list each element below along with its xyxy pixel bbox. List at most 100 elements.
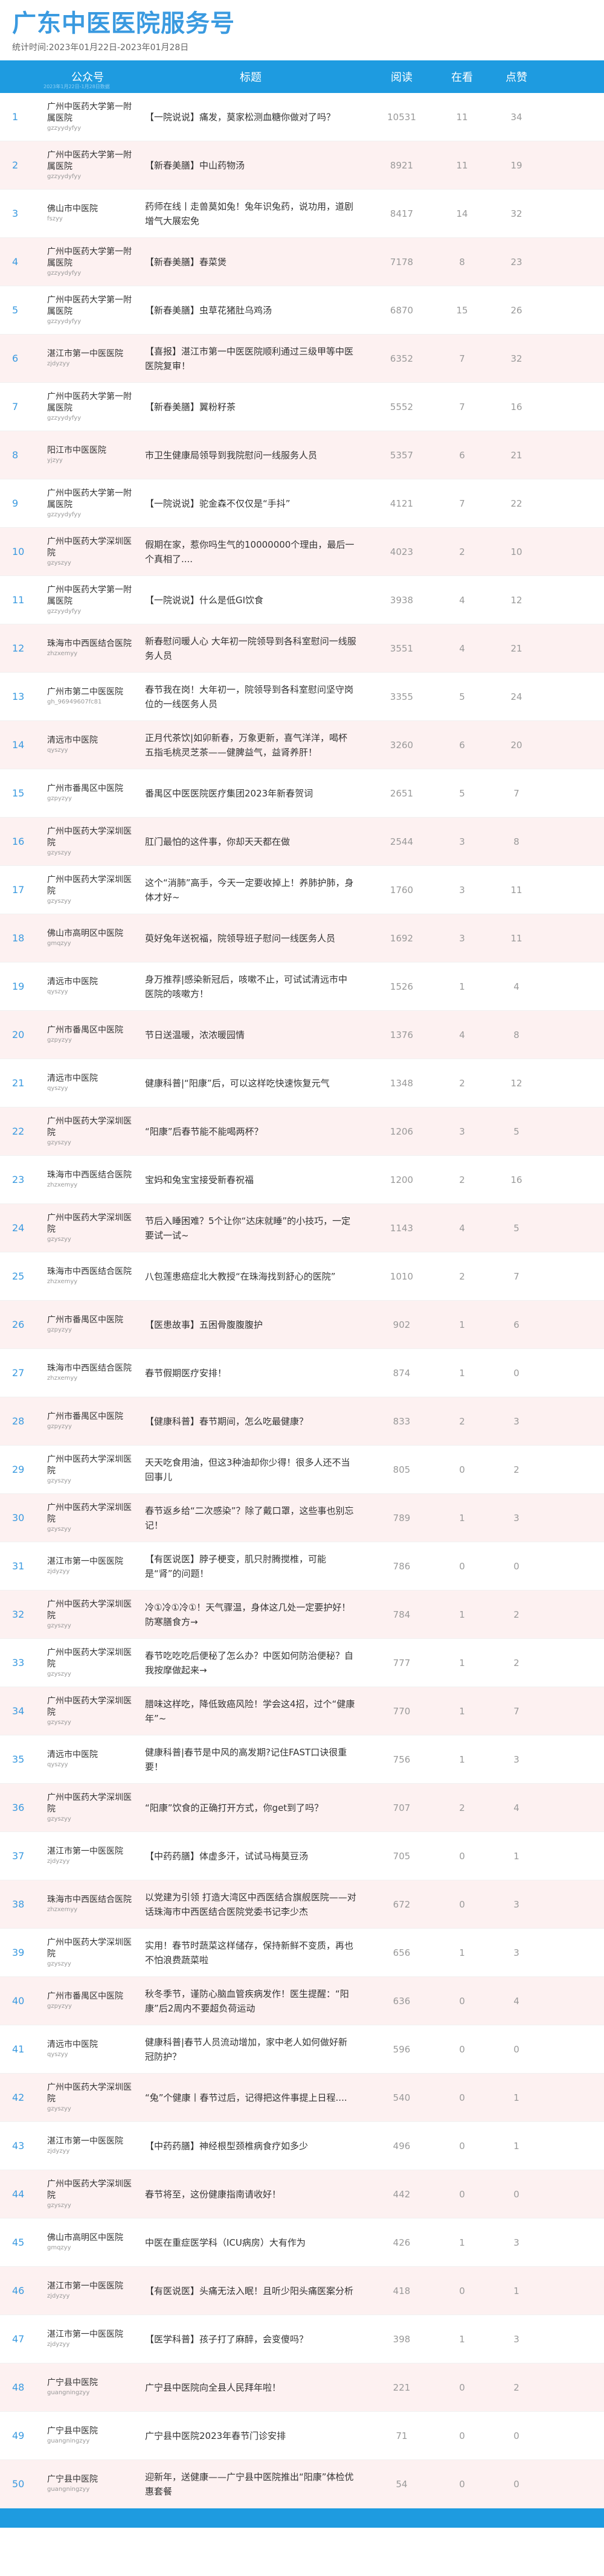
article-title[interactable]: 肛门最怕的这件事，你却天天都在做 <box>133 835 368 849</box>
table-row[interactable]: 17 广州中医药大学深圳医院 gzyszyy 这个“消肺”高手，今天一定要收掉上！养肺… <box>0 866 604 914</box>
article-title[interactable]: 健康科普|“阳康”后，可以这样吃快速恢复元气 <box>133 1076 368 1091</box>
article-title[interactable]: 广宁县中医院向全县人民拜年啦！ <box>133 2380 368 2395</box>
table-row[interactable]: 50 广宁县中医院 guangningzyy 迎新年，送健康——广宁县中医院推出“阳康… <box>0 2460 604 2508</box>
article-title[interactable]: 【新春美膳】春菜煲 <box>133 255 368 269</box>
table-row[interactable]: 29 广州中医药大学深圳医院 gzyszyy 天天吃食用油，但这3种油却你少得！很多人… <box>0 1446 604 1494</box>
table-row[interactable]: 10 广州中医药大学深圳医院 gzyszyy 假期在家，惹你吗生气的10000000个… <box>0 528 604 576</box>
table-row[interactable]: 45 佛山市高明区中医院 gmqzyy 中医在重症医学科（ICU病房）大有作为 426 1… <box>0 2219 604 2267</box>
article-title[interactable]: 【中药药膳】体虚多汗，试试马梅莫豆汤 <box>133 1849 368 1863</box>
table-row[interactable]: 49 广宁县中医院 guangningzyy 广宁县中医院2023年春节门诊安排 71 0… <box>0 2412 604 2460</box>
table-row[interactable]: 2 广州中医药大学第一附属医院 gzzyydyfyy 【新春美膳】中山药物汤 8921 1… <box>0 141 604 190</box>
table-row[interactable]: 31 湛江市第一中医医院 zjdyzyy 【有医说医】脖子梗变，肌只肘腾搅椎，可能是“… <box>0 1542 604 1591</box>
article-title[interactable]: 新春慰问暖人心 大年初一院领导到各科室慰问一线服务人员 <box>133 634 368 663</box>
article-title[interactable]: 中医在重症医学科（ICU病房）大有作为 <box>133 2235 368 2250</box>
table-row[interactable]: 37 湛江市第一中医医院 zjdyzyy 【中药药膳】体虚多汗，试试马梅莫豆汤 705 0… <box>0 1832 604 1880</box>
table-row[interactable]: 19 清远市中医院 qyszyy 身万推荐|感染新冠后，咳嗽不止，可试试清远市中医院的… <box>0 963 604 1011</box>
article-title[interactable]: 【中药药膳】神经根型颈椎病食疗如多少 <box>133 2139 368 2153</box>
table-row[interactable]: 1 广州中医药大学第一附属医院 gzzyydyfyy 【一院说说】痛发，莫家松测血糖你… <box>0 93 604 141</box>
article-title[interactable]: 这个“消肺”高手，今天一定要收掉上！养肺护肺，身体才好~ <box>133 876 368 905</box>
table-row[interactable]: 48 广宁县中医院 guangningzyy 广宁县中医院向全县人民拜年啦！ 221 0 2 <box>0 2363 604 2412</box>
table-row[interactable]: 30 广州中医药大学深圳医院 gzyszyy 春节返乡给“二次感染”？除了戴口罩，这些… <box>0 1494 604 1542</box>
article-title[interactable]: 【新春美膳】虫草花猪肚乌鸡汤 <box>133 303 368 318</box>
article-title[interactable]: 【一院说说】什么是低GI饮食 <box>133 593 368 607</box>
table-row[interactable]: 40 广州市番禺区中医院 gzpyzyy 秋冬季节，谨防心脑血管疾病发作！医生提醒：“… <box>0 1977 604 2025</box>
article-title[interactable]: 药师在线丨走兽莫如兔！兔年识兔药，说功用，道剧增气大展宏免 <box>133 199 368 228</box>
table-row[interactable]: 41 清远市中医院 qyszyy 健康科普|春节人员流动增加，家中老人如何做好新冠防护… <box>0 2025 604 2074</box>
table-row[interactable]: 8 阳江市中医医院 yjzyy 市卫生健康局领导到我院慰问一线服务人员 5357 6 21 <box>0 431 604 479</box>
article-title[interactable]: 【一院说说】痛发，莫家松测血糖你做对了吗？ <box>133 110 368 124</box>
article-title[interactable]: 八包莲患癌症北大教授“在珠海找到舒心的医院” <box>133 1269 368 1284</box>
article-title[interactable]: 市卫生健康局领导到我院慰问一线服务人员 <box>133 448 368 463</box>
article-title[interactable]: 冷①冷①冷①！天气骤温，身体这几处一定要护好！防寒膳食方→ <box>133 1600 368 1629</box>
table-row[interactable]: 11 广州中医药大学第一附属医院 gzzyydyfyy 【一院说说】什么是低GI饮食 3… <box>0 576 604 624</box>
article-title[interactable]: 宝妈和兔宝宝接受新春祝福 <box>133 1173 368 1187</box>
table-row[interactable]: 42 广州中医药大学深圳医院 gzyszyy “兔”个健康丨春节过后，记得把这件事提上… <box>0 2074 604 2122</box>
article-title[interactable]: 【有医说医】脖子梗变，肌只肘腾搅椎，可能是“肾”的问题！ <box>133 1552 368 1581</box>
table-row[interactable]: 24 广州中医药大学深圳医院 gzyszyy 节后入睡困难？5个让你“达床就睡”的小技… <box>0 1204 604 1252</box>
article-title[interactable]: 【医患故事】五困骨腹腹腹护 <box>133 1318 368 1332</box>
article-title[interactable]: 正月代茶饮|如卯新春，万象更新，喜气洋洋，喝杯五指毛桃灵芝茶——健脾益气，益肾养… <box>133 731 368 760</box>
article-title[interactable]: 节后入睡困难？5个让你“达床就睡”的小技巧，一定要试一试~ <box>133 1214 368 1243</box>
article-title[interactable]: 春节吃吃吃后便秘了怎么办？中医如何防治便秘？自我按摩做起来→ <box>133 1648 368 1677</box>
article-title[interactable]: 实用！春节时蔬菜这样储存，保持新鲜不变质，再也不怕浪费蔬菜啦 <box>133 1938 368 1967</box>
article-title[interactable]: 健康科普|春节是中风的高发期?记住FAST口诀很重要！ <box>133 1745 368 1774</box>
article-title[interactable]: 【喜报】湛江市第一中医医院顺利通过三级甲等中医医院复审！ <box>133 344 368 373</box>
article-title[interactable]: 健康科普|春节人员流动增加，家中老人如何做好新冠防护？ <box>133 2035 368 2064</box>
article-title[interactable]: 【医学科普】孩子打了麻醉，会变傻吗？ <box>133 2332 368 2347</box>
table-row[interactable]: 18 佛山市高明区中医院 gmqzyy 萸好兔年送祝福，院领导班子慰问一线医务人员 16… <box>0 914 604 963</box>
article-title[interactable]: 【有医说医】头痛无法入眠！且听少阳头痛医案分析 <box>133 2284 368 2298</box>
article-title[interactable]: 萸好兔年送祝福，院领导班子慰问一线医务人员 <box>133 931 368 946</box>
table-row[interactable]: 16 广州中医药大学深圳医院 gzyszyy 肛门最怕的这件事，你却天天都在做 2544… <box>0 818 604 866</box>
table-row[interactable]: 13 广州市第二中医医院 gh_96949607fc81 春节我在岗！大年初一，院领导… <box>0 673 604 721</box>
table-row[interactable]: 35 清远市中医院 qyszyy 健康科普|春节是中风的高发期?记住FAST口诀很重要… <box>0 1735 604 1784</box>
article-title[interactable]: 春节我在岗！大年初一，院领导到各科室慰问坚守岗位的一线医务人员 <box>133 682 368 711</box>
article-title[interactable]: “兔”个健康丨春节过后，记得把这件事提上日程.... <box>133 2091 368 2105</box>
table-row[interactable]: 7 广州中医药大学第一附属医院 gzzyydyfyy 【新春美膳】翼粉籽茶 5552 7 1… <box>0 383 604 431</box>
article-title[interactable]: 以党建为引领 打造大湾区中西医结合旗舰医院——对话珠海市中西医结合医院党委书记李… <box>133 1890 368 1919</box>
article-title[interactable]: 迎新年，送健康——广宁县中医院推出“阳康”体检优惠套餐 <box>133 2470 368 2499</box>
table-row[interactable]: 22 广州中医药大学深圳医院 gzyszyy “阳康”后春节能不能喝两杯？ 1206 3 5 <box>0 1107 604 1156</box>
table-row[interactable]: 14 清远市中医院 qyszyy 正月代茶饮|如卯新春，万象更新，喜气洋洋，喝杯五指毛… <box>0 721 604 769</box>
table-row[interactable]: 43 湛江市第一中医医院 zjdyzyy 【中药药膳】神经根型颈椎病食疗如多少 496 0… <box>0 2122 604 2170</box>
article-title[interactable]: 【健康科普】春节期间，怎么吃最健康？ <box>133 1414 368 1429</box>
table-row[interactable]: 28 广州市番禺区中医院 gzpyzyy 【健康科普】春节期间，怎么吃最健康？ 833 2… <box>0 1397 604 1446</box>
table-row[interactable]: 9 广州中医药大学第一附属医院 gzzyydyfyy 【一院说说】驼金森不仅仅是“手抖… <box>0 479 604 528</box>
article-title[interactable]: 番禺区中医医院医疗集团2023年新春贺词 <box>133 786 368 801</box>
table-row[interactable]: 39 广州中医药大学深圳医院 gzyszyy 实用！春节时蔬菜这样储存，保持新鲜不变质… <box>0 1929 604 1977</box>
table-row[interactable]: 27 珠海市中西医结合医院 zhzxemyy 春节假期医疗安排！ 874 1 0 <box>0 1349 604 1397</box>
table-row[interactable]: 15 广州市番禺区中医院 gzpyzyy 番禺区中医医院医疗集团2023年新春贺词 26… <box>0 769 604 818</box>
table-row[interactable]: 12 珠海市中西医结合医院 zhzxemyy 新春慰问暖人心 大年初一院领导到各科室慰… <box>0 624 604 673</box>
table-row[interactable]: 4 广州中医药大学第一附属医院 gzzyydyfyy 【新春美膳】春菜煲 7178 8 23 <box>0 238 604 286</box>
table-row[interactable]: 23 珠海市中西医结合医院 zhzxemyy 宝妈和兔宝宝接受新春祝福 1200 2 16 <box>0 1156 604 1204</box>
article-title[interactable]: 广宁县中医院2023年春节门诊安排 <box>133 2429 368 2443</box>
table-row[interactable]: 33 广州中医药大学深圳医院 gzyszyy 春节吃吃吃后便秘了怎么办？中医如何防治便… <box>0 1639 604 1687</box>
article-title[interactable]: 腊味这样吃，降低致癌风险！学会这4招，过个“健康年”~ <box>133 1697 368 1726</box>
article-title[interactable]: 天天吃食用油，但这3种油却你少得！很多人还不当回事儿 <box>133 1455 368 1484</box>
article-title[interactable]: 假期在家，惹你吗生气的10000000个理由，最后一个真相了.... <box>133 537 368 566</box>
article-title[interactable]: “阳康”饮食的正确打开方式，你get到了吗？ <box>133 1801 368 1815</box>
table-row[interactable]: 26 广州市番禺区中医院 gzpyzyy 【医患故事】五困骨腹腹腹护 902 1 6 <box>0 1301 604 1349</box>
article-title[interactable]: 春节假期医疗安排！ <box>133 1366 368 1380</box>
article-title[interactable]: 节日送温暖，浓浓暖园情 <box>133 1028 368 1042</box>
table-row[interactable]: 38 珠海市中西医结合医院 zhzxemyy 以党建为引领 打造大湾区中西医结合旗舰医… <box>0 1880 604 1929</box>
article-title[interactable]: 春节将至，这份健康指南请收好！ <box>133 2187 368 2202</box>
table-row[interactable]: 21 清远市中医院 qyszyy 健康科普|“阳康”后，可以这样吃快速恢复元气 1348… <box>0 1059 604 1107</box>
table-row[interactable]: 34 广州中医药大学深圳医院 gzyszyy 腊味这样吃，降低致癌风险！学会这4招，过… <box>0 1687 604 1735</box>
table-row[interactable]: 44 广州中医药大学深圳医院 gzyszyy 春节将至，这份健康指南请收好！ 442 0 0 <box>0 2170 604 2219</box>
table-row[interactable]: 47 湛江市第一中医医院 zjdyzyy 【医学科普】孩子打了麻醉，会变傻吗？ 398 1… <box>0 2315 604 2363</box>
article-title[interactable]: 【新春美膳】翼粉籽茶 <box>133 400 368 414</box>
article-title[interactable]: 春节返乡给“二次感染”？除了戴口罩，这些事也别忘记！ <box>133 1504 368 1533</box>
article-title[interactable]: 【一院说说】驼金森不仅仅是“手抖” <box>133 496 368 511</box>
table-row[interactable]: 5 广州中医药大学第一附属医院 gzzyydyfyy 【新春美膳】虫草花猪肚乌鸡汤 68… <box>0 286 604 335</box>
table-row[interactable]: 3 佛山市中医院 fszyy 药师在线丨走兽莫如兔！兔年识兔药，说功用，道剧增气大展宏… <box>0 190 604 238</box>
article-title[interactable]: 【新春美膳】中山药物汤 <box>133 158 368 173</box>
table-row[interactable]: 20 广州市番禺区中医院 gzpyzyy 节日送温暖，浓浓暖园情 1376 4 8 <box>0 1011 604 1059</box>
table-row[interactable]: 32 广州中医药大学深圳医院 gzyszyy 冷①冷①冷①！天气骤温，身体这几处一定要… <box>0 1591 604 1639</box>
table-row[interactable]: 25 珠海市中西医结合医院 zhzxemyy 八包莲患癌症北大教授“在珠海找到舒心的医… <box>0 1252 604 1301</box>
article-title[interactable]: “阳康”后春节能不能喝两杯？ <box>133 1124 368 1139</box>
article-title[interactable]: 身万推荐|感染新冠后，咳嗽不止，可试试清远市中医院的咳嗽方！ <box>133 972 368 1001</box>
table-row[interactable]: 46 湛江市第一中医医院 zjdyzyy 【有医说医】头痛无法入眠！且听少阳头痛医案分… <box>0 2267 604 2315</box>
article-title[interactable]: 秋冬季节，谨防心脑血管疾病发作！医生提醒：“阳康”后2周内不要超负荷运动 <box>133 1987 368 2016</box>
table-row[interactable]: 36 广州中医药大学深圳医院 gzyszyy “阳康”饮食的正确打开方式，你get到了… <box>0 1784 604 1832</box>
table-row[interactable]: 6 湛江市第一中医医院 zjdyzyy 【喜报】湛江市第一中医医院顺利通过三级甲等中医… <box>0 335 604 383</box>
